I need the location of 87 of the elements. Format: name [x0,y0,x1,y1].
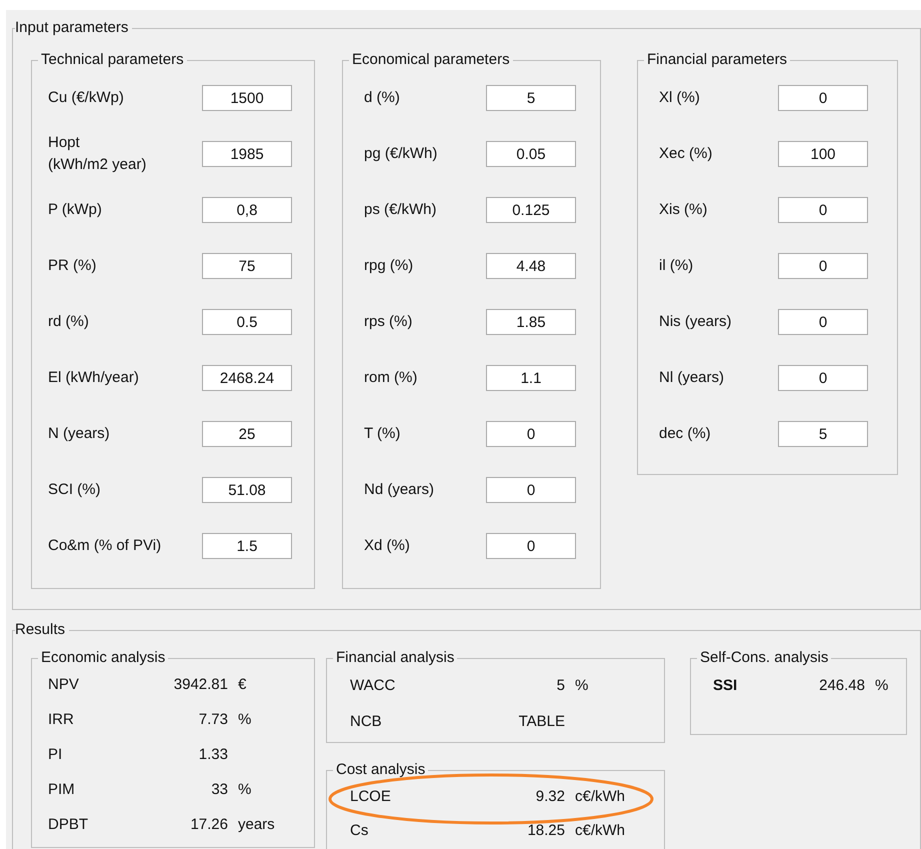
input-field[interactable]: 51.08 [202,477,292,503]
group-title: Results [15,620,66,640]
input-field[interactable]: 0 [778,197,868,223]
result-unit: % [238,710,252,730]
result-label: NPV [48,675,80,696]
result-label: IRR [48,710,75,730]
field-label: rd (%) [47,312,90,332]
input-field[interactable]: 0 [778,309,868,335]
input-field[interactable]: 75 [202,253,292,279]
field-label: Cu (€/kWp) [47,88,125,108]
input-field[interactable]: 1500 [202,85,292,111]
result-value: 17.26 [189,815,228,836]
field-label: rpg (%) [363,256,414,276]
input-field[interactable]: 0 [778,85,868,111]
field-label: N (years) [47,424,111,444]
field-label: il (%) [658,256,694,276]
field-label: rom (%) [363,368,418,388]
input-field[interactable]: 0 [778,365,868,391]
field-label: pg (€/kWh) [363,144,438,164]
result-label: PIM [48,780,76,800]
result-value: 7.73 [198,710,228,730]
input-field[interactable]: 0.05 [486,141,576,167]
field-label: Nl (years) [658,368,726,388]
field-label: Co&m (% of PVi) [47,536,162,556]
input-field[interactable]: 2468.24 [202,365,292,391]
result-value: 9.32 [534,786,565,807]
input-field[interactable]: 5 [486,85,576,111]
result-value: 246.48 [818,676,865,696]
field-label: rps (%) [363,312,414,332]
input-field[interactable]: 0.125 [486,197,576,223]
field-label: ps (€/kWh) [363,200,438,220]
field-label: PR (%) [47,256,98,276]
field-label: P (kWp) [47,200,103,220]
group-title: Economic analysis [40,648,166,668]
result-value: 3942.81 [172,675,228,696]
field-label: Xis (%) [658,200,708,220]
group-title: Cost analysis [335,760,426,780]
result-value: TABLE [518,712,565,732]
field-label: dec (%) [658,424,712,444]
result-label: NCB [350,712,383,732]
input-field[interactable]: 1985 [202,141,292,167]
result-unit: c€/kWh [575,786,626,807]
input-field[interactable]: 1.5 [202,533,292,559]
result-label: WACC [350,676,396,696]
field-label: Xl (%) [658,88,701,108]
input-field[interactable]: 25 [202,421,292,447]
result-label: LCOE [350,786,392,807]
result-label: SSI [713,676,738,696]
field-label: Nd (years) [363,480,436,500]
field-label: T (%) [363,424,402,444]
input-field[interactable]: 0 [486,421,576,447]
group-title: Input parameters [15,18,130,38]
input-field[interactable]: 0 [486,533,576,559]
result-value: 5 [556,676,565,696]
input-field[interactable]: 1.1 [486,365,576,391]
field-label: Xd (%) [363,536,411,556]
result-unit: c€/kWh [575,820,626,841]
result-unit: € [238,675,246,696]
field-label: El (kWh/year) [47,368,140,388]
field-label: Nis (years) [658,312,733,332]
result-value: 1.33 [198,745,228,766]
result-unit: years [238,815,275,836]
group-title: Self-Cons. analysis [699,648,830,668]
group-title: Financial analysis [335,648,456,668]
input-field[interactable]: 5 [778,421,868,447]
input-field[interactable]: 4.48 [486,253,576,279]
input-field[interactable]: 1.85 [486,309,576,335]
group-title: Financial parameters [646,50,788,70]
field-label: SCI (%) [47,480,102,500]
input-field[interactable]: 0,8 [202,197,292,223]
group-title: Technical parameters [40,50,185,70]
result-unit: % [875,676,888,696]
result-unit: % [575,676,588,696]
input-field[interactable]: 0 [486,477,576,503]
result-value: 18.25 [526,820,565,841]
field-label: Hopt (kWh/m2 year) [47,133,148,175]
result-unit: % [238,780,252,800]
input-field[interactable]: 100 [778,141,868,167]
input-field[interactable]: 0.5 [202,309,292,335]
input-field[interactable]: 0 [778,253,868,279]
result-label: DPBT [48,815,90,836]
field-label: d (%) [363,88,401,108]
group-title: Economical parameters [351,50,511,70]
result-label: PI [48,745,64,766]
field-label: Xec (%) [658,144,714,164]
result-label: Cs [350,820,370,841]
result-value: 33 [210,780,228,800]
